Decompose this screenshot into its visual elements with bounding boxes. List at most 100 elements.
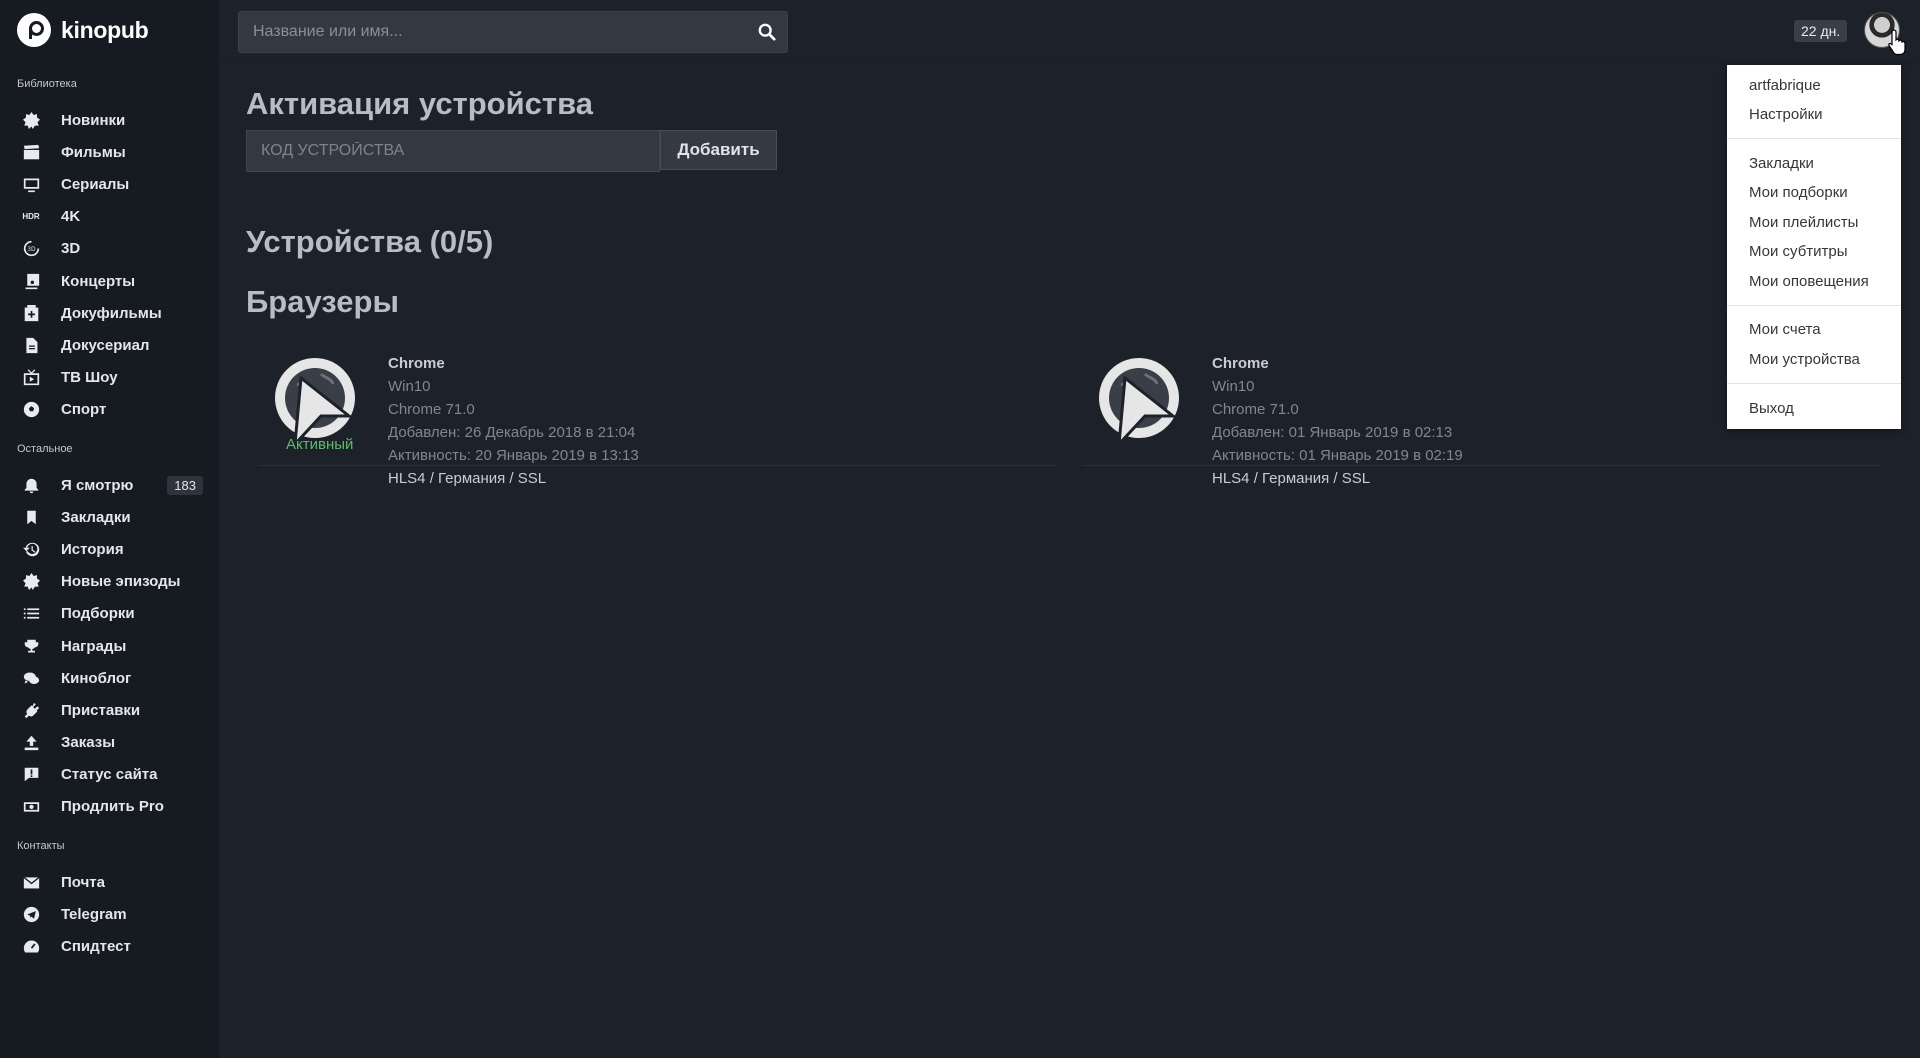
subscription-days-badge: 22 дн. [1794,20,1848,42]
search-box [238,11,788,53]
sidebar-item-label: Новые эпизоды [61,573,181,591]
sidebar-item-sport[interactable]: Спорт [0,394,219,426]
device-version: Chrome 71.0 [388,401,475,418]
device-tech: HLS4 / Германия / SSL [388,470,547,487]
menu-item-bookmarks[interactable]: Закладки [1749,155,1814,172]
sidebar-item-movies[interactable]: Фильмы [0,136,219,168]
nav-library: Новинки Фильмы Сериалы HDR 4K 3D 3D Конц… [0,104,219,426]
watching-count-badge: 183 [167,476,203,495]
menu-item-settings[interactable]: Настройки [1749,106,1823,123]
sidebar-item-label: Концерты [61,272,136,290]
menu-item-playlists[interactable]: Мои плейлисты [1749,214,1858,231]
nav-contacts: Почта Telegram Спидтест [0,866,219,963]
menu-item-logout[interactable]: Выход [1749,400,1794,417]
trophy-icon [22,637,40,655]
sidebar-item-label: История [61,540,124,558]
sidebar-item-label: Спидтест [61,937,131,955]
new-icon [22,111,40,129]
plug-icon [22,701,40,719]
search-icon [758,23,776,41]
sidebar-item-tvshow[interactable]: ТВ Шоу [0,362,219,394]
device-status: Активный [286,436,354,453]
sidebar-item-orders[interactable]: Заказы [0,727,219,759]
sidebar-item-4k[interactable]: HDR 4K [0,201,219,233]
sidebar-item-docseries[interactable]: Докусериал [0,329,219,361]
sidebar-item-label: Почта [61,873,105,891]
topbar: 22 дн. [219,0,1920,64]
device-name: Chrome [388,355,445,372]
bell-icon [22,476,40,494]
logo-icon [17,13,51,47]
sidebar: kinopub Библиотека Новинки Фильмы Сериал… [0,0,219,1058]
sidebar-item-series[interactable]: Сериалы [0,168,219,200]
sidebar-item-label: Приставки [61,701,141,719]
telegram-icon [22,905,40,923]
section-title-contacts: Контакты [17,840,65,852]
section-title-library: Библиотека [17,78,77,90]
device-os: Win10 [388,378,431,395]
sidebar-item-extend-pro[interactable]: Продлить Pro [0,791,219,823]
device-added: Добавлен: 26 Декабрь 2018 в 21:04 [388,424,636,441]
browser-card: Активный Chrome Win10 Chrome 71.0 Добавл… [258,338,1056,487]
menu-item-notifications[interactable]: Мои оповещения [1749,273,1869,290]
user-menu-dropdown: artfabrique Настройки Закладки Мои подбо… [1727,65,1901,429]
sidebar-item-telegram[interactable]: Telegram [0,898,219,930]
menu-item-invoices[interactable]: Мои счета [1749,321,1821,338]
sidebar-item-history[interactable]: История [0,533,219,565]
sidebar-item-site-status[interactable]: Статус сайта [0,759,219,791]
upload-icon [22,734,40,752]
sidebar-item-3d[interactable]: 3D 3D [0,233,219,265]
search-input[interactable] [239,23,747,41]
sidebar-item-kinoblog[interactable]: Киноблог [0,662,219,694]
device-tech: HLS4 / Германия / SSL [1212,470,1371,487]
sidebar-item-collections[interactable]: Подборки [0,598,219,630]
device-added: Добавлен: 01 Январь 2019 в 02:13 [1212,424,1453,441]
logo[interactable]: kinopub [17,13,149,47]
tv-icon [22,175,40,193]
sidebar-item-label: Фильмы [61,143,126,161]
sidebar-item-awards[interactable]: Награды [0,630,219,662]
tv-show-icon [22,369,40,387]
device-activity: Активность: 20 Январь 2019 в 13:13 [388,447,639,464]
speedometer-icon [22,937,40,955]
menu-item-collections[interactable]: Мои подборки [1749,184,1848,201]
sidebar-item-label: Telegram [61,905,127,923]
sidebar-item-speedtest[interactable]: Спидтест [0,930,219,962]
sidebar-item-consoles[interactable]: Приставки [0,694,219,726]
menu-item-username[interactable]: artfabrique [1749,77,1821,94]
sidebar-item-label: Киноблог [61,669,132,687]
menu-divider [1727,305,1901,306]
page-title: Активация устройства [246,86,593,121]
logo-text: kinopub [61,16,149,43]
search-button[interactable] [747,12,787,52]
sidebar-item-label: Награды [61,637,127,655]
menu-item-subtitles[interactable]: Мои субтитры [1749,243,1848,260]
music-icon [22,272,40,290]
device-os: Win10 [1212,378,1255,395]
sidebar-item-new[interactable]: Новинки [0,104,219,136]
3d-icon: 3D [22,240,40,258]
sidebar-item-label: Заказы [61,734,116,752]
browsers-title: Браузеры [246,284,399,319]
sidebar-item-label: Закладки [61,508,131,526]
device-activity: Активность: 01 Январь 2019 в 02:19 [1212,447,1463,464]
mouse-pointer-icon [1888,29,1906,56]
sidebar-item-label: 4K [61,208,81,226]
sidebar-item-bookmarks[interactable]: Закладки [0,501,219,533]
device-code-input[interactable] [246,130,660,172]
sidebar-item-docfilms[interactable]: Докуфильмы [0,297,219,329]
clapperboard-icon [22,143,40,161]
sidebar-item-concerts[interactable]: Концерты [0,265,219,297]
sidebar-item-label: Подборки [61,605,135,623]
sidebar-item-label: Новинки [61,111,126,129]
sidebar-item-label: Докусериал [61,336,150,354]
sidebar-item-mail[interactable]: Почта [0,866,219,898]
menu-item-devices[interactable]: Мои устройства [1749,351,1860,368]
document-icon [22,336,40,354]
add-device-button[interactable]: Добавить [660,130,777,170]
alert-icon [22,766,40,784]
device-name: Chrome [1212,355,1269,372]
sidebar-item-new-episodes[interactable]: Новые эпизоды [0,566,219,598]
sidebar-item-watching[interactable]: Я смотрю 183 [0,469,219,501]
list-icon [22,605,40,623]
